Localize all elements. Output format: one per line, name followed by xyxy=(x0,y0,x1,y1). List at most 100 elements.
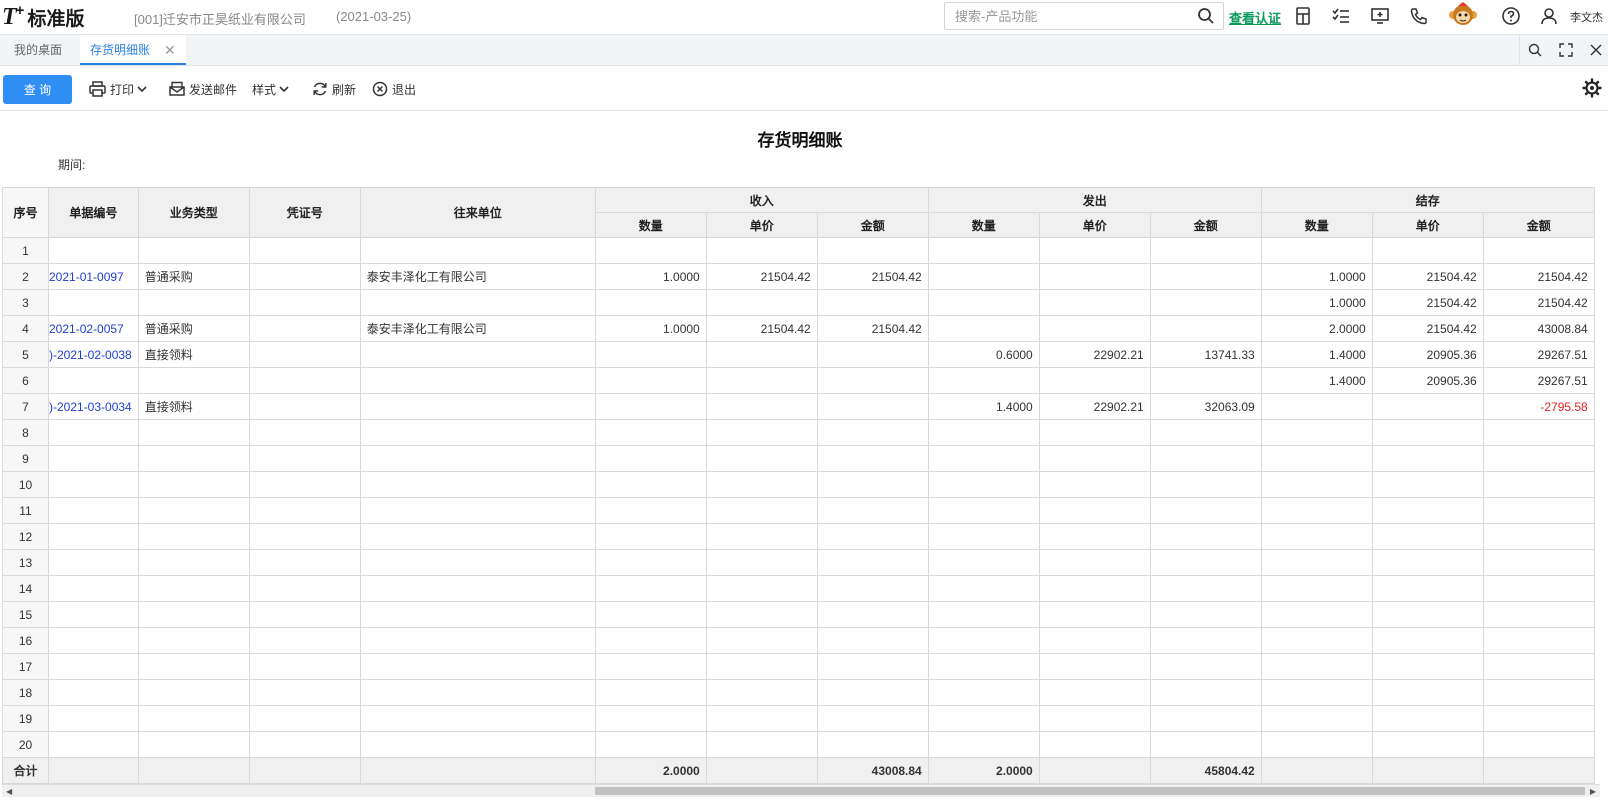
print-button[interactable]: 打印 xyxy=(89,80,151,98)
row-bal-amount xyxy=(1482,627,1595,654)
row-in-price xyxy=(705,705,818,732)
row-in-qty xyxy=(594,705,707,732)
row-biz-type: 普通采购 xyxy=(137,263,250,290)
row-bal-price xyxy=(1371,601,1484,628)
row-out-qty xyxy=(927,367,1040,394)
row-in-amount xyxy=(816,523,929,550)
table-row[interactable]: 15 xyxy=(2,601,1595,628)
table-row[interactable]: 5)-2021-02-0038 直接领料 0.6000 22902.21 13741.3… xyxy=(2,341,1595,368)
view-certification-link[interactable]: 查看认证 xyxy=(1229,8,1281,27)
row-biz-type: 直接领料 xyxy=(137,341,250,368)
print-icon xyxy=(89,81,106,97)
table-row[interactable]: 4 2021-02-0057 普通采购 泰安丰泽化工有限公司 1.0000 21504.4… xyxy=(2,315,1595,342)
row-partner xyxy=(359,393,596,420)
row-bal-price xyxy=(1371,549,1484,576)
header-out-qty[interactable]: 数量 xyxy=(927,212,1040,238)
header-out-price[interactable]: 单价 xyxy=(1038,212,1151,238)
row-in-amount xyxy=(816,601,929,628)
scroll-thumb[interactable] xyxy=(595,787,1585,795)
tab-inventory-detail[interactable]: 存货明细账 ✕ xyxy=(80,35,186,65)
table-row[interactable]: 9 xyxy=(2,445,1595,472)
row-out-amount: 13741.33 xyxy=(1149,341,1262,368)
row-out-price xyxy=(1038,471,1151,498)
tab-my-desktop[interactable]: 我的桌面 xyxy=(14,35,62,65)
username[interactable]: 李文杰 xyxy=(1570,9,1603,25)
table-row[interactable]: 12 xyxy=(2,523,1595,550)
row-out-price xyxy=(1038,419,1151,446)
message-icon[interactable] xyxy=(1370,6,1390,26)
header-balance: 结存 xyxy=(1260,187,1595,213)
scroll-right-icon[interactable]: ▶ xyxy=(1590,787,1596,796)
table-row[interactable]: 3 1.0000 21504.42 21504.42 xyxy=(2,289,1595,316)
row-seq: 14 xyxy=(2,575,49,602)
table-row[interactable]: 11 xyxy=(2,497,1595,524)
refresh-button[interactable]: 刷新 xyxy=(312,80,356,98)
header-out-amount[interactable]: 金额 xyxy=(1149,212,1262,238)
search-input[interactable] xyxy=(953,3,1187,29)
table-row[interactable]: 19 xyxy=(2,705,1595,732)
exit-button[interactable]: 退出 xyxy=(372,80,416,98)
user-icon[interactable] xyxy=(1539,6,1559,26)
send-mail-button[interactable]: 发送邮件 xyxy=(169,80,237,98)
close-all-icon[interactable] xyxy=(1588,42,1604,58)
row-bal-qty xyxy=(1260,705,1373,732)
table-row[interactable]: 14 xyxy=(2,575,1595,602)
row-doc-no[interactable]: )-2021-02-0038 xyxy=(48,341,139,368)
table-row[interactable]: 7)-2021-03-0034 直接领料 1.4000 22902.21 32063.0… xyxy=(2,393,1595,420)
table-row[interactable]: 17 xyxy=(2,653,1595,680)
row-bal-amount xyxy=(1482,549,1595,576)
app-logo[interactable]: T + 标准版 xyxy=(2,1,84,30)
row-out-amount xyxy=(1149,497,1262,524)
row-out-price xyxy=(1038,575,1151,602)
mascot-icon[interactable] xyxy=(1448,1,1478,31)
table-row[interactable]: 1 xyxy=(2,237,1595,264)
header-biz-type[interactable]: 业务类型 xyxy=(137,187,250,238)
header-in-amount[interactable]: 金额 xyxy=(816,212,929,238)
row-seq: 1 xyxy=(2,237,49,264)
header-in-qty[interactable]: 数量 xyxy=(594,212,707,238)
row-out-amount xyxy=(1149,679,1262,706)
table-row[interactable]: 10 xyxy=(2,471,1595,498)
style-dropdown[interactable]: 样式 xyxy=(252,80,293,98)
row-doc-no[interactable]: 2021-02-0057 xyxy=(48,315,139,342)
gear-icon[interactable] xyxy=(1582,78,1602,98)
row-seq: 12 xyxy=(2,523,49,550)
header-in-price[interactable]: 单价 xyxy=(705,212,818,238)
fullscreen-icon[interactable] xyxy=(1558,42,1574,58)
header-partner[interactable]: 往来单位 xyxy=(359,187,596,238)
search-icon[interactable] xyxy=(1197,7,1215,25)
row-doc-no[interactable]: 2021-01-0097 xyxy=(48,263,139,290)
row-partner xyxy=(359,731,596,758)
row-in-qty xyxy=(594,627,707,654)
table-row[interactable]: 6 1.4000 20905.36 29267.51 xyxy=(2,367,1595,394)
scroll-left-icon[interactable]: ◀ xyxy=(6,787,12,796)
row-seq: 9 xyxy=(2,445,49,472)
header-bal-price[interactable]: 单价 xyxy=(1371,212,1484,238)
table-row[interactable]: 2 2021-01-0097 普通采购 泰安丰泽化工有限公司 1.0000 21504.4… xyxy=(2,263,1595,290)
row-bal-amount xyxy=(1482,575,1595,602)
tab-search-icon[interactable] xyxy=(1527,42,1543,58)
calculator-icon[interactable] xyxy=(1293,6,1313,26)
checklist-icon[interactable] xyxy=(1331,6,1351,26)
table-row[interactable]: 18 xyxy=(2,679,1595,706)
row-bal-price xyxy=(1371,471,1484,498)
horizontal-scrollbar[interactable]: ◀ ▶ xyxy=(2,784,1600,797)
table-row[interactable]: 20 xyxy=(2,731,1595,758)
table-row[interactable]: 8 xyxy=(2,419,1595,446)
header-bal-qty[interactable]: 数量 xyxy=(1260,212,1373,238)
row-doc-no[interactable]: )-2021-03-0034 xyxy=(48,393,139,420)
row-in-qty xyxy=(594,393,707,420)
close-tab-icon[interactable]: ✕ xyxy=(164,35,176,65)
query-button[interactable]: 查 询 xyxy=(3,75,72,104)
table-row[interactable]: 13 xyxy=(2,549,1595,576)
header-seq[interactable]: 序号 xyxy=(2,187,49,238)
logo-plus: + xyxy=(15,1,25,19)
header-doc-no[interactable]: 单据编号 xyxy=(48,187,139,238)
help-icon[interactable] xyxy=(1501,6,1521,26)
header-voucher[interactable]: 凭证号 xyxy=(248,187,361,238)
row-doc-no xyxy=(48,237,139,264)
row-biz-type xyxy=(137,237,250,264)
header-bal-amount[interactable]: 金额 xyxy=(1482,212,1595,238)
table-row[interactable]: 16 xyxy=(2,627,1595,654)
phone-icon[interactable] xyxy=(1409,6,1429,26)
